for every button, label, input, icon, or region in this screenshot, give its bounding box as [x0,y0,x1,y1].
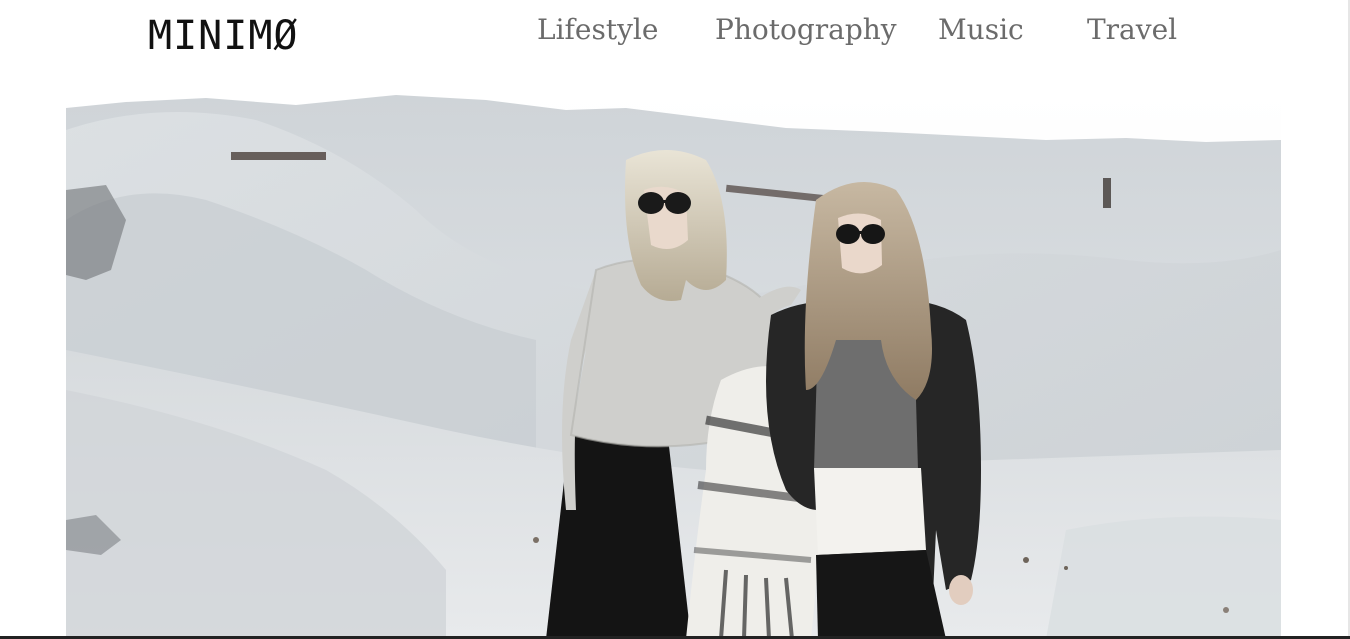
nav-link-music[interactable]: Music [938,12,1024,48]
hero-image [66,90,1281,639]
site-logo[interactable]: MINIMØ [148,12,299,60]
page: MINIMØ Lifestyle Photography Music Trave… [0,0,1350,639]
hero-photo-icon [66,90,1281,639]
nav-link-travel[interactable]: Travel [1087,12,1177,48]
nav-link-photography[interactable]: Photography [715,12,897,48]
nav-link-lifestyle[interactable]: Lifestyle [537,12,658,48]
